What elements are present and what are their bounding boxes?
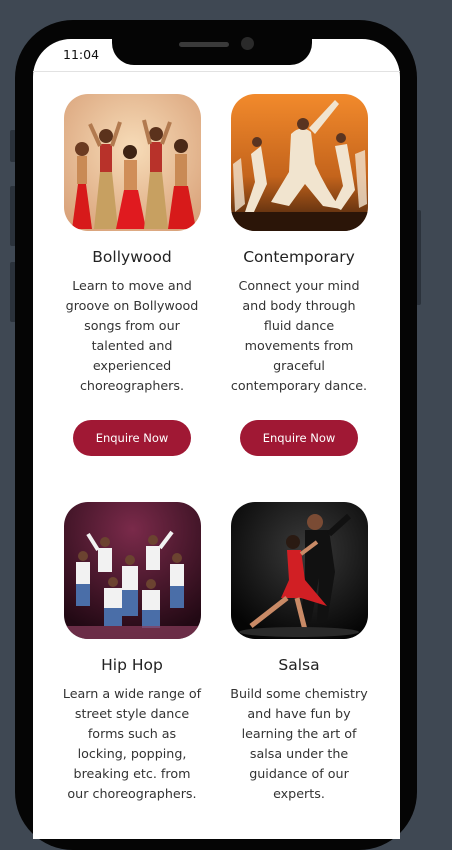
dance-card-bollywood: Bollywood Learn to move and groove on Bo… [52, 94, 212, 464]
front-camera [241, 37, 254, 50]
status-divider [33, 71, 400, 72]
dance-card-hip-hop: Hip Hop Learn a wide range of street sty… [52, 502, 212, 822]
card-title: Bollywood [92, 248, 172, 266]
enquire-now-button-contemporary[interactable]: Enquire Now [240, 420, 358, 456]
card-title: Hip Hop [101, 656, 163, 674]
card-description: Learn a wide range of street style dance… [62, 686, 202, 801]
dance-card-contemporary: Contemporary Connect your mind and body … [219, 94, 379, 464]
dance-card-salsa: Salsa Build some chemistry and have fun … [219, 502, 379, 822]
card-description: Connect your mind and body through fluid… [230, 278, 368, 393]
status-time: 11:04 [63, 47, 100, 62]
card-description: Build some chemistry and have fun by lea… [230, 686, 368, 801]
card-title: Salsa [278, 656, 320, 674]
card-description: Learn to move and groove on Bollywood so… [65, 278, 199, 393]
bollywood-photo [63, 94, 201, 231]
speaker-grille [179, 42, 229, 47]
card-title: Contemporary [243, 248, 355, 266]
contemporary-photo [230, 94, 368, 231]
enquire-now-button-bollywood[interactable]: Enquire Now [73, 420, 191, 456]
salsa-photo [230, 502, 368, 639]
hip-hop-photo [63, 502, 201, 639]
